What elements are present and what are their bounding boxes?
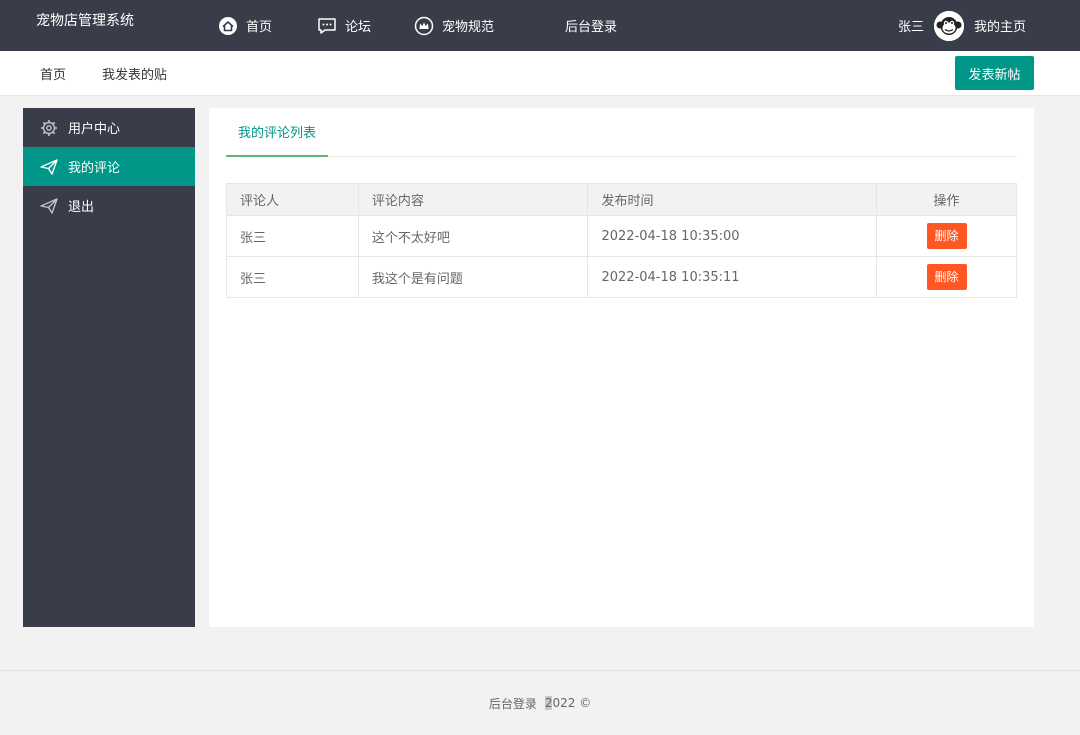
table-row: 张三 我这个是有问题 2022-04-18 10:35:11 删除 <box>226 256 1017 298</box>
table-row: 张三 这个不太好吧 2022-04-18 10:35:00 删除 <box>226 215 1017 257</box>
sidebar-item-my-comments[interactable]: 我的评论 <box>23 147 195 186</box>
footer-year-rest: 022 © <box>552 696 592 710</box>
nav-admin-login-label: 后台登录 <box>565 20 618 35</box>
footer-copyright: 2022 © <box>544 696 592 710</box>
home-icon <box>218 16 238 36</box>
action-cell: 删除 <box>876 256 1017 298</box>
footer-admin-link[interactable]: 后台登录 <box>489 695 537 712</box>
sidebar-item-logout[interactable]: 退出 <box>23 186 195 225</box>
sidebar-item-label: 用户中心 <box>68 122 121 137</box>
delete-button[interactable]: 删除 <box>926 264 967 290</box>
tab-my-comment-list[interactable]: 我的评论列表 <box>226 108 329 157</box>
time-cell: 2022-04-18 10:35:00 <box>587 215 878 257</box>
nav-home[interactable]: 首页 <box>218 0 272 51</box>
brand-title: 宠物店管理系统 <box>36 13 134 29</box>
column-header: 发布时间 <box>587 183 878 216</box>
crown-icon <box>414 16 434 36</box>
sidebar-item-user-center[interactable]: 用户中心 <box>23 108 195 147</box>
paper-plane-icon <box>40 197 58 215</box>
breadcrumb-bar: 首页 我发表的贴 发表新帖 <box>0 51 1080 96</box>
my-homepage-link[interactable]: 我的主页 <box>974 16 1026 35</box>
action-cell: 删除 <box>876 215 1017 257</box>
nav-admin-login[interactable]: 后台登录 <box>565 0 617 51</box>
column-header: 评论人 <box>226 183 359 216</box>
commenter-cell: 张三 <box>226 215 359 257</box>
crumb-my-posts[interactable]: 我发表的贴 <box>102 64 167 83</box>
content-cell: 我这个是有问题 <box>357 256 589 298</box>
main-panel: 我的评论列表 评论人 评论内容 发布时间 操作 张三 这个不太好吧 2022-0… <box>209 108 1034 627</box>
column-header: 评论内容 <box>357 183 589 216</box>
sidebar: 用户中心 我的评论 退出 <box>23 108 195 627</box>
footer: 后台登录 2022 © <box>0 670 1080 735</box>
gear-icon <box>40 119 58 137</box>
sidebar-item-label: 我的评论 <box>68 161 121 176</box>
tab-bar: 我的评论列表 <box>226 108 1017 157</box>
nav-pet-rules-label: 宠物规范 <box>442 20 495 35</box>
delete-button[interactable]: 删除 <box>926 223 967 249</box>
monkey-avatar-icon <box>933 10 964 41</box>
avatar[interactable] <box>933 10 964 41</box>
nav-pet-rules[interactable]: 宠物规范 <box>414 0 494 51</box>
column-header: 操作 <box>876 183 1017 216</box>
table-header-row: 评论人 评论内容 发布时间 操作 <box>226 183 1017 216</box>
nav-home-label: 首页 <box>246 20 273 35</box>
user-name[interactable]: 张三 <box>898 16 924 35</box>
sidebar-item-label: 退出 <box>68 200 95 215</box>
chat-icon <box>317 16 337 36</box>
time-cell: 2022-04-18 10:35:11 <box>587 256 878 298</box>
user-area: 张三 我的主页 <box>898 0 1026 51</box>
nav-forum[interactable]: 论坛 <box>317 0 371 51</box>
crumb-home[interactable]: 首页 <box>40 64 66 83</box>
commenter-cell: 张三 <box>226 256 359 298</box>
new-post-button[interactable]: 发表新帖 <box>955 56 1034 90</box>
comments-table: 评论人 评论内容 发布时间 操作 张三 这个不太好吧 2022-04-18 10… <box>226 183 1017 298</box>
paper-plane-icon <box>40 158 58 176</box>
content-cell: 这个不太好吧 <box>357 215 589 257</box>
top-navbar: 宠物店管理系统 首页 论坛 宠物规范 后台登录 张三 我的主页 <box>0 0 1080 51</box>
nav-forum-label: 论坛 <box>345 20 372 35</box>
